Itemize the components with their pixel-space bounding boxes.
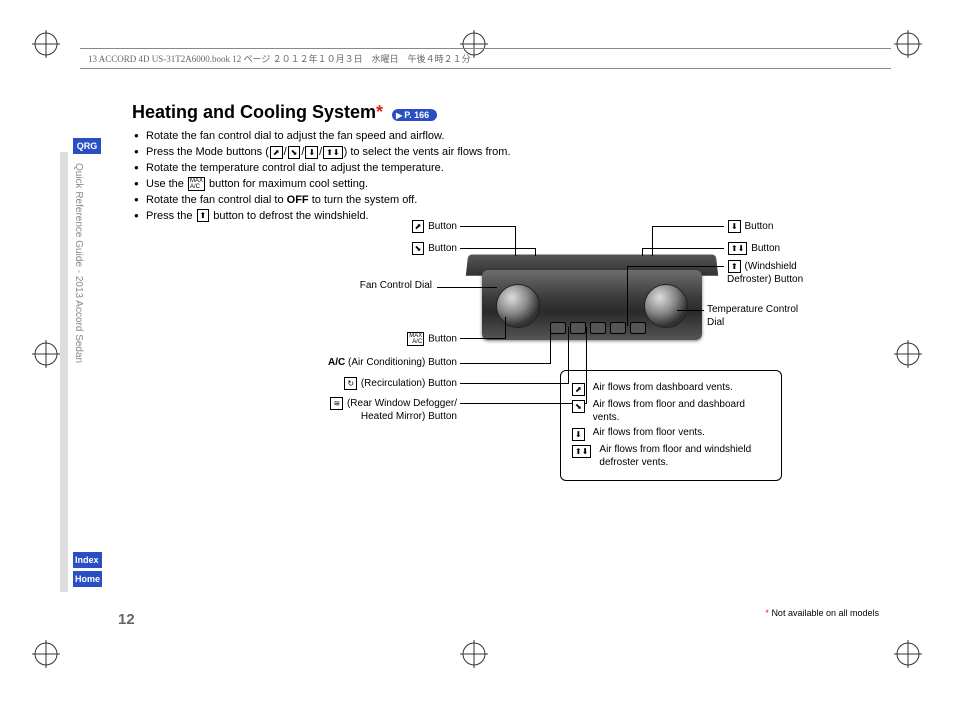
page-title: Heating and Cooling System* P. 166 [132,102,882,123]
mode-icon: ⬇ [305,146,318,159]
label-rear-defog-button: ≋ (Rear Window Defogger/ Heated Mirror) … [302,397,457,423]
crop-mark-icon [894,640,922,668]
airflow-legend: ⬈Air flows from dashboard vents. ⬊Air fl… [560,370,782,481]
mode-icon: ⬊ [572,400,585,413]
label-max-button: MAXA/C Button [302,332,457,346]
max-ac-icon: MAXA/C [407,332,424,346]
label-mode-button: ⬇ Button [727,220,773,234]
instruction-item: Use the MAXA/C button for maximum cool s… [132,177,882,193]
instruction-item: Rotate the fan control dial to OFF to tu… [132,193,882,209]
crop-mark-icon [32,640,60,668]
mode-icon: ⬈ [572,383,585,396]
panel-button [570,322,586,334]
label-temp-dial: Temperature Control Dial [707,304,807,329]
crop-mark-icon [894,30,922,58]
sidebar-gray-strip [60,152,68,592]
panel-button [630,322,646,334]
mode-icon: ⬈ [412,220,425,233]
footnote: * Not available on all models [765,608,879,618]
crop-mark-icon [32,340,60,368]
mode-icon: ⬆⬇ [323,146,342,159]
panel-button [550,322,566,334]
label-mode-button: ⬆⬇ Button [727,242,780,256]
crop-mark-icon [32,30,60,58]
fan-control-dial [496,284,540,328]
recirc-icon: ↻ [344,377,357,390]
panel-button [590,322,606,334]
mode-icon: ⬊ [288,146,301,159]
label-ac-button: A/C (Air Conditioning) Button [252,357,457,370]
label-mode-button: ⬈ Button [302,220,457,234]
mode-icon: ⬇ [728,220,741,233]
mode-icon: ⬊ [412,242,425,255]
mode-icon: ⬇ [572,428,585,441]
defrost-icon: ⬆ [197,209,210,222]
defrost-icon: ⬆ [728,260,741,273]
temperature-control-dial [644,284,688,328]
rear-defog-icon: ≋ [330,397,343,410]
label-windshield-button: ⬆ (Windshield Defroster) Button [727,260,827,286]
label-recirc-button: ↻ (Recirculation) Button [302,377,457,391]
print-header: 13 ACCORD 4D US-31T2A6000.book 12 ページ ２０… [80,48,891,69]
instruction-item: Rotate the fan control dial to adjust th… [132,129,882,145]
tab-home[interactable]: Home [73,571,102,587]
mode-icon: ⬈ [270,146,283,159]
instruction-list: Rotate the fan control dial to adjust th… [132,129,882,225]
label-fan-dial: Fan Control Dial [302,280,432,293]
max-ac-icon: MAXA/C [188,177,205,191]
mode-icon: ⬆⬇ [728,242,747,255]
tab-qrg[interactable]: QRG [73,138,101,154]
instruction-item: Rotate the temperature control dial to a… [132,161,882,177]
page-number: 12 [118,611,135,628]
mode-icon: ⬆⬇ [572,445,591,458]
label-mode-button: ⬊ Button [302,242,457,256]
instruction-item: Press the Mode buttons (⬈/⬊/⬇/⬆⬇) to sel… [132,145,882,161]
panel-button [610,322,626,334]
page-reference-link[interactable]: P. 166 [392,109,437,121]
crop-mark-icon [894,340,922,368]
tab-index[interactable]: Index [73,552,102,568]
sidebar-doc-title: Quick Reference Guide - 2013 Accord Seda… [73,158,84,368]
crop-mark-icon [460,640,488,668]
